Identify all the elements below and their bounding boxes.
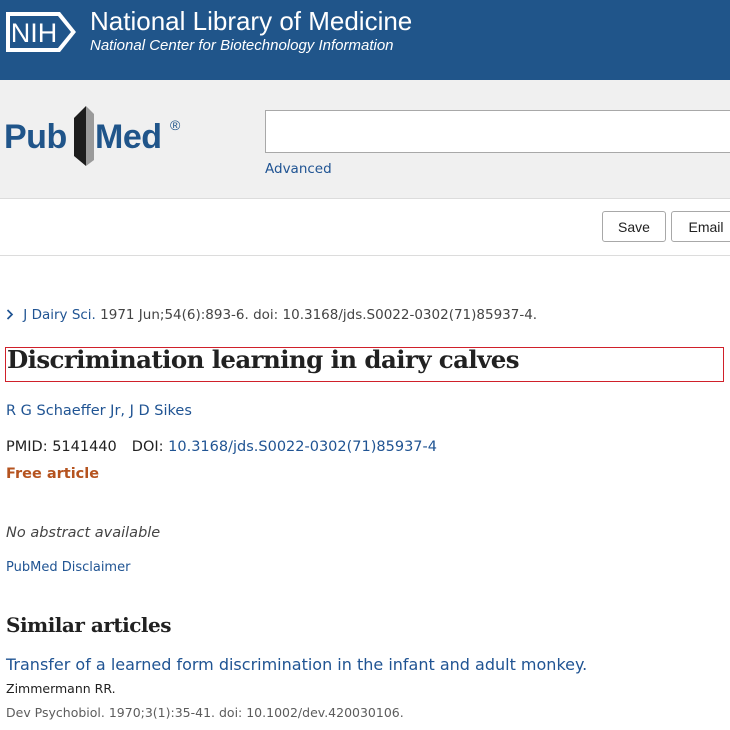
similar-article-title-link[interactable]: Transfer of a learned form discriminatio… [6,655,587,674]
doi-link[interactable]: 10.3168/jds.S0022-0302(71)85937-4 [168,439,437,455]
article-title: Discrimination learning in dairy calves [7,345,520,374]
author-link[interactable]: J D Sikes [130,403,192,419]
registered-mark: ® [170,117,181,133]
similar-article-authors: Zimmermann RR. [6,681,116,696]
save-button[interactable]: Save [602,211,666,242]
doi-label: DOI: [131,439,169,455]
nih-logo[interactable]: NIH [4,8,80,56]
author-link[interactable]: R G Schaeffer Jr [6,403,120,419]
pubmed-logo-pub[interactable]: Pub [4,118,67,157]
advanced-search-link[interactable]: Advanced [265,161,332,177]
nih-title[interactable]: National Library of Medicine [90,6,412,37]
search-input[interactable] [265,110,730,153]
article-identifiers: PMID: 5141440 DOI: 10.3168/jds.S0022-0302… [6,439,437,455]
email-button[interactable]: Email [671,211,730,242]
pubmed-logo-med[interactable]: Med [95,118,162,157]
no-abstract-text: No abstract available [6,525,161,541]
journal-citation: 1971 Jun;54(6):893-6. doi: 10.3168/jds.S… [95,307,538,323]
free-article-badge: Free article [6,466,100,482]
similar-article-citation: Dev Psychobiol. 1970;3(1):35-41. doi: 10… [6,705,404,720]
chevron-right-icon[interactable] [6,307,18,323]
author-separator: , [120,403,130,419]
nih-logo-text: NIH [11,18,58,48]
pubmed-disclaimer-link[interactable]: PubMed Disclaimer [6,560,130,575]
journal-citation-line: J Dairy Sci. 1971 Jun;54(6):893-6. doi: … [6,307,537,323]
nih-subtitle: National Center for Biotechnology Inform… [90,37,394,54]
journal-link[interactable]: J Dairy Sci. [23,307,96,323]
pmid-value: 5141440 [52,439,117,455]
similar-articles-heading: Similar articles [6,613,171,637]
pmid-label: PMID: [6,439,53,455]
author-list: R G Schaeffer Jr, J D Sikes [6,403,192,419]
